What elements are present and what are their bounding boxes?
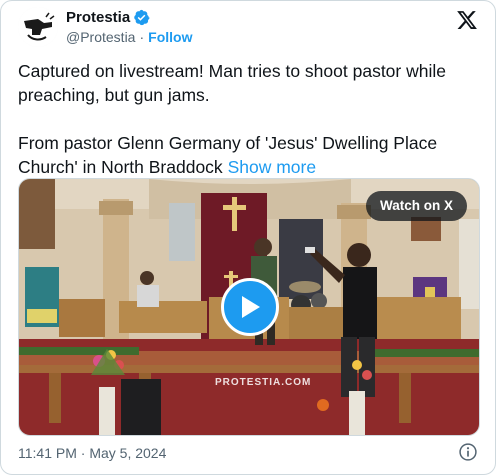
play-icon (242, 296, 260, 318)
avatar[interactable] (18, 7, 58, 47)
author-name-row[interactable]: Protestia (66, 9, 150, 26)
author-handle[interactable]: @Protestia (66, 29, 135, 45)
info-icon[interactable] (458, 442, 478, 462)
separator-dot: · (139, 29, 145, 45)
handle-row: @Protestia · Follow (66, 29, 192, 45)
follow-button[interactable]: Follow (148, 29, 192, 45)
tweet-text: Captured on livestream! Man tries to sho… (18, 59, 480, 179)
show-more-link[interactable]: Show more (228, 157, 317, 177)
video-watermark: PROTESTIA.COM (215, 377, 312, 388)
tweet-header: Protestia @Protestia · Follow (18, 7, 478, 49)
tweet-embed-card: Protestia @Protestia · Follow Captured o… (0, 0, 496, 475)
video-thumbnail[interactable]: Watch on X PROTESTIA.COM (18, 178, 480, 436)
tweet-timestamp[interactable]: 11:41 PM · May 5, 2024 (18, 445, 166, 461)
verified-badge-icon (134, 9, 150, 26)
play-button[interactable] (221, 278, 279, 336)
x-logo-icon[interactable] (456, 9, 478, 31)
author-name[interactable]: Protestia (66, 9, 130, 26)
watch-on-x-button[interactable]: Watch on X (366, 191, 467, 221)
